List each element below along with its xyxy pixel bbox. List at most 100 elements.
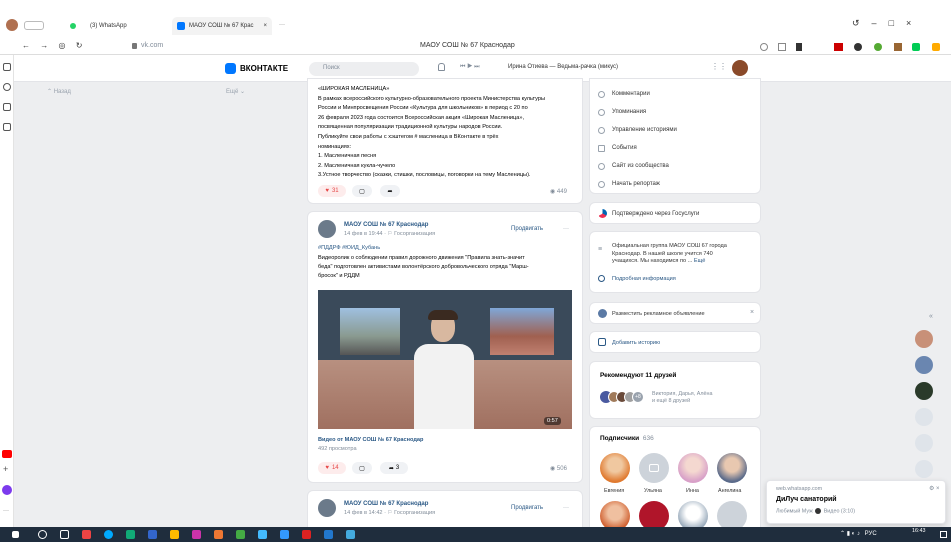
promote-button[interactable]: Продвигать bbox=[511, 226, 543, 232]
clock[interactable]: 16:43 bbox=[912, 528, 926, 534]
taskbar-app-icon[interactable] bbox=[236, 530, 245, 539]
forward-icon[interactable]: → bbox=[40, 41, 48, 50]
taskbar-app-icon[interactable] bbox=[148, 530, 157, 539]
subscriber-name[interactable]: Евгения bbox=[604, 488, 624, 494]
menu-mentions[interactable]: Упоминания bbox=[612, 109, 646, 115]
group-avatar[interactable] bbox=[318, 499, 336, 517]
like-button[interactable]: ♥ 14 bbox=[318, 462, 346, 474]
more-icon[interactable]: ··· bbox=[3, 508, 9, 514]
notification-popup[interactable]: web.whatsapp.com ⚙ × ДиЛуч санаторий Люб… bbox=[766, 480, 946, 524]
extension-icon[interactable] bbox=[874, 43, 882, 51]
history-icon[interactable]: ↺ bbox=[852, 18, 872, 28]
taskbar-app-icon[interactable] bbox=[280, 530, 289, 539]
taskbar-app-icon[interactable] bbox=[192, 530, 201, 539]
collapse-sidebar-icon[interactable]: « bbox=[929, 313, 933, 320]
download-icon[interactable] bbox=[932, 43, 940, 51]
chat-avatar[interactable] bbox=[915, 408, 933, 426]
download-icon[interactable] bbox=[912, 43, 920, 51]
back-icon[interactable]: ← bbox=[22, 41, 30, 50]
maximize-icon[interactable]: □ bbox=[889, 18, 906, 28]
player-track[interactable]: Ирина Отиева — Ведьма-рачка (микус) bbox=[508, 64, 618, 70]
like-button[interactable]: ♥ 31 bbox=[318, 185, 346, 197]
extension-icon[interactable] bbox=[894, 43, 902, 51]
chat-avatar[interactable] bbox=[915, 460, 933, 478]
extension-icon[interactable] bbox=[796, 43, 802, 51]
menu-comments[interactable]: Комментарии bbox=[612, 91, 650, 97]
tab-vk[interactable]: МАОУ СОШ № 67 Крас × bbox=[172, 17, 272, 35]
new-tab-button[interactable]: ··· bbox=[279, 22, 285, 28]
post-more-button[interactable]: ··· bbox=[563, 505, 569, 511]
share-button[interactable]: ➦ bbox=[380, 185, 400, 197]
search-input[interactable]: Поиск bbox=[309, 62, 419, 76]
subscriber-avatar[interactable] bbox=[600, 453, 630, 483]
comment-button[interactable]: ▢ bbox=[352, 185, 372, 197]
subscriber-avatar[interactable] bbox=[678, 453, 708, 483]
extension-icon[interactable] bbox=[854, 43, 862, 51]
promote-button[interactable]: Продвигать bbox=[511, 505, 543, 511]
subscriber-name[interactable]: Инна bbox=[686, 488, 699, 494]
reload-icon[interactable]: ↻ bbox=[76, 41, 83, 50]
ad-label[interactable]: Разместить рекламное объявление bbox=[612, 311, 705, 317]
apps-icon[interactable]: ⋮⋮ bbox=[711, 62, 727, 71]
subscribers-header[interactable]: Подписчики 636 bbox=[600, 435, 654, 442]
messenger-icon[interactable] bbox=[2, 485, 12, 495]
extension-icon[interactable] bbox=[834, 43, 843, 51]
chat-avatar[interactable] bbox=[915, 330, 933, 348]
share-button[interactable]: ➦ 3 bbox=[380, 462, 408, 474]
menu-events[interactable]: События bbox=[612, 145, 637, 151]
language-indicator[interactable]: РУС bbox=[865, 531, 877, 537]
close-tab-icon[interactable]: × bbox=[263, 23, 267, 29]
taskbar-app-icon[interactable] bbox=[324, 530, 333, 539]
taskbar-app-icon[interactable] bbox=[302, 530, 311, 539]
edge-icon[interactable] bbox=[104, 530, 113, 539]
tab-actions-icon[interactable] bbox=[24, 21, 44, 30]
add-panel-icon[interactable]: + bbox=[3, 464, 8, 474]
taskbar-app-icon[interactable] bbox=[258, 530, 267, 539]
video-title[interactable]: Видео от МАОУ СОШ № 67 Краснодар bbox=[318, 437, 423, 443]
menu-stories[interactable]: Управление историями bbox=[612, 127, 677, 133]
extension-icon[interactable] bbox=[760, 43, 768, 51]
taskbar-app-icon[interactable] bbox=[214, 530, 223, 539]
subscriber-name[interactable]: Ангелина bbox=[718, 488, 741, 494]
chat-avatar[interactable] bbox=[915, 434, 933, 452]
group-avatar[interactable] bbox=[318, 220, 336, 238]
taskbar-app-icon[interactable] bbox=[170, 530, 179, 539]
extension-icon[interactable]: ◎ bbox=[58, 41, 65, 50]
windows-start-icon[interactable] bbox=[12, 531, 19, 538]
taskbar-app-icon[interactable] bbox=[346, 530, 355, 539]
post-hashtags[interactable]: #ПДДРФ #ЮИД_Кубань bbox=[318, 245, 380, 251]
bookmark-icon[interactable] bbox=[778, 43, 786, 51]
close-icon[interactable]: × bbox=[750, 309, 754, 316]
vk-logo[interactable]: ВКОНТАКТЕ bbox=[225, 63, 288, 74]
notification-close-icon[interactable]: ⚙ × bbox=[929, 485, 940, 492]
details-link[interactable]: Подробная информация bbox=[612, 276, 676, 282]
back-link[interactable]: ⌃ Назад bbox=[47, 88, 71, 95]
add-story-button[interactable]: Добавить историю bbox=[612, 340, 660, 346]
post-author[interactable]: МАОУ СОШ № 67 Краснодар bbox=[344, 222, 428, 228]
post-more-button[interactable]: ··· bbox=[563, 226, 569, 232]
notifications-icon[interactable] bbox=[940, 531, 947, 538]
comment-button[interactable]: ▢ bbox=[352, 462, 372, 474]
tab-whatsapp[interactable]: (3) WhatsApp bbox=[70, 17, 165, 35]
menu-site[interactable]: Сайт из сообщества bbox=[612, 163, 669, 169]
chat-avatar[interactable] bbox=[915, 356, 933, 374]
collections-icon[interactable] bbox=[3, 63, 11, 71]
post-date[interactable]: 14 фев в 14:42 bbox=[344, 510, 383, 516]
notes-icon[interactable] bbox=[3, 103, 11, 111]
user-avatar[interactable] bbox=[732, 60, 748, 76]
address-bar[interactable]: vk.com bbox=[141, 42, 163, 49]
gosuslugi-label[interactable]: Подтверждено через Госуслуги bbox=[612, 211, 699, 217]
bell-icon[interactable] bbox=[438, 63, 445, 71]
more-link[interactable]: Ещё ⌄ bbox=[226, 88, 245, 95]
subscriber-avatar[interactable] bbox=[717, 453, 747, 483]
search-icon[interactable] bbox=[38, 530, 47, 539]
taskbar-app-icon[interactable] bbox=[82, 530, 91, 539]
menu-broadcast[interactable]: Начать репортаж bbox=[612, 181, 660, 187]
post-date[interactable]: 14 фев в 19:44 bbox=[344, 231, 383, 237]
tabs-icon[interactable] bbox=[3, 123, 11, 131]
chat-avatar[interactable] bbox=[915, 382, 933, 400]
close-window-icon[interactable]: × bbox=[906, 18, 923, 28]
more-friends-badge[interactable]: +8 bbox=[632, 391, 644, 403]
player-controls[interactable]: ⏮ ▶ ⏭ bbox=[460, 64, 480, 71]
minimize-icon[interactable]: – bbox=[872, 18, 889, 28]
